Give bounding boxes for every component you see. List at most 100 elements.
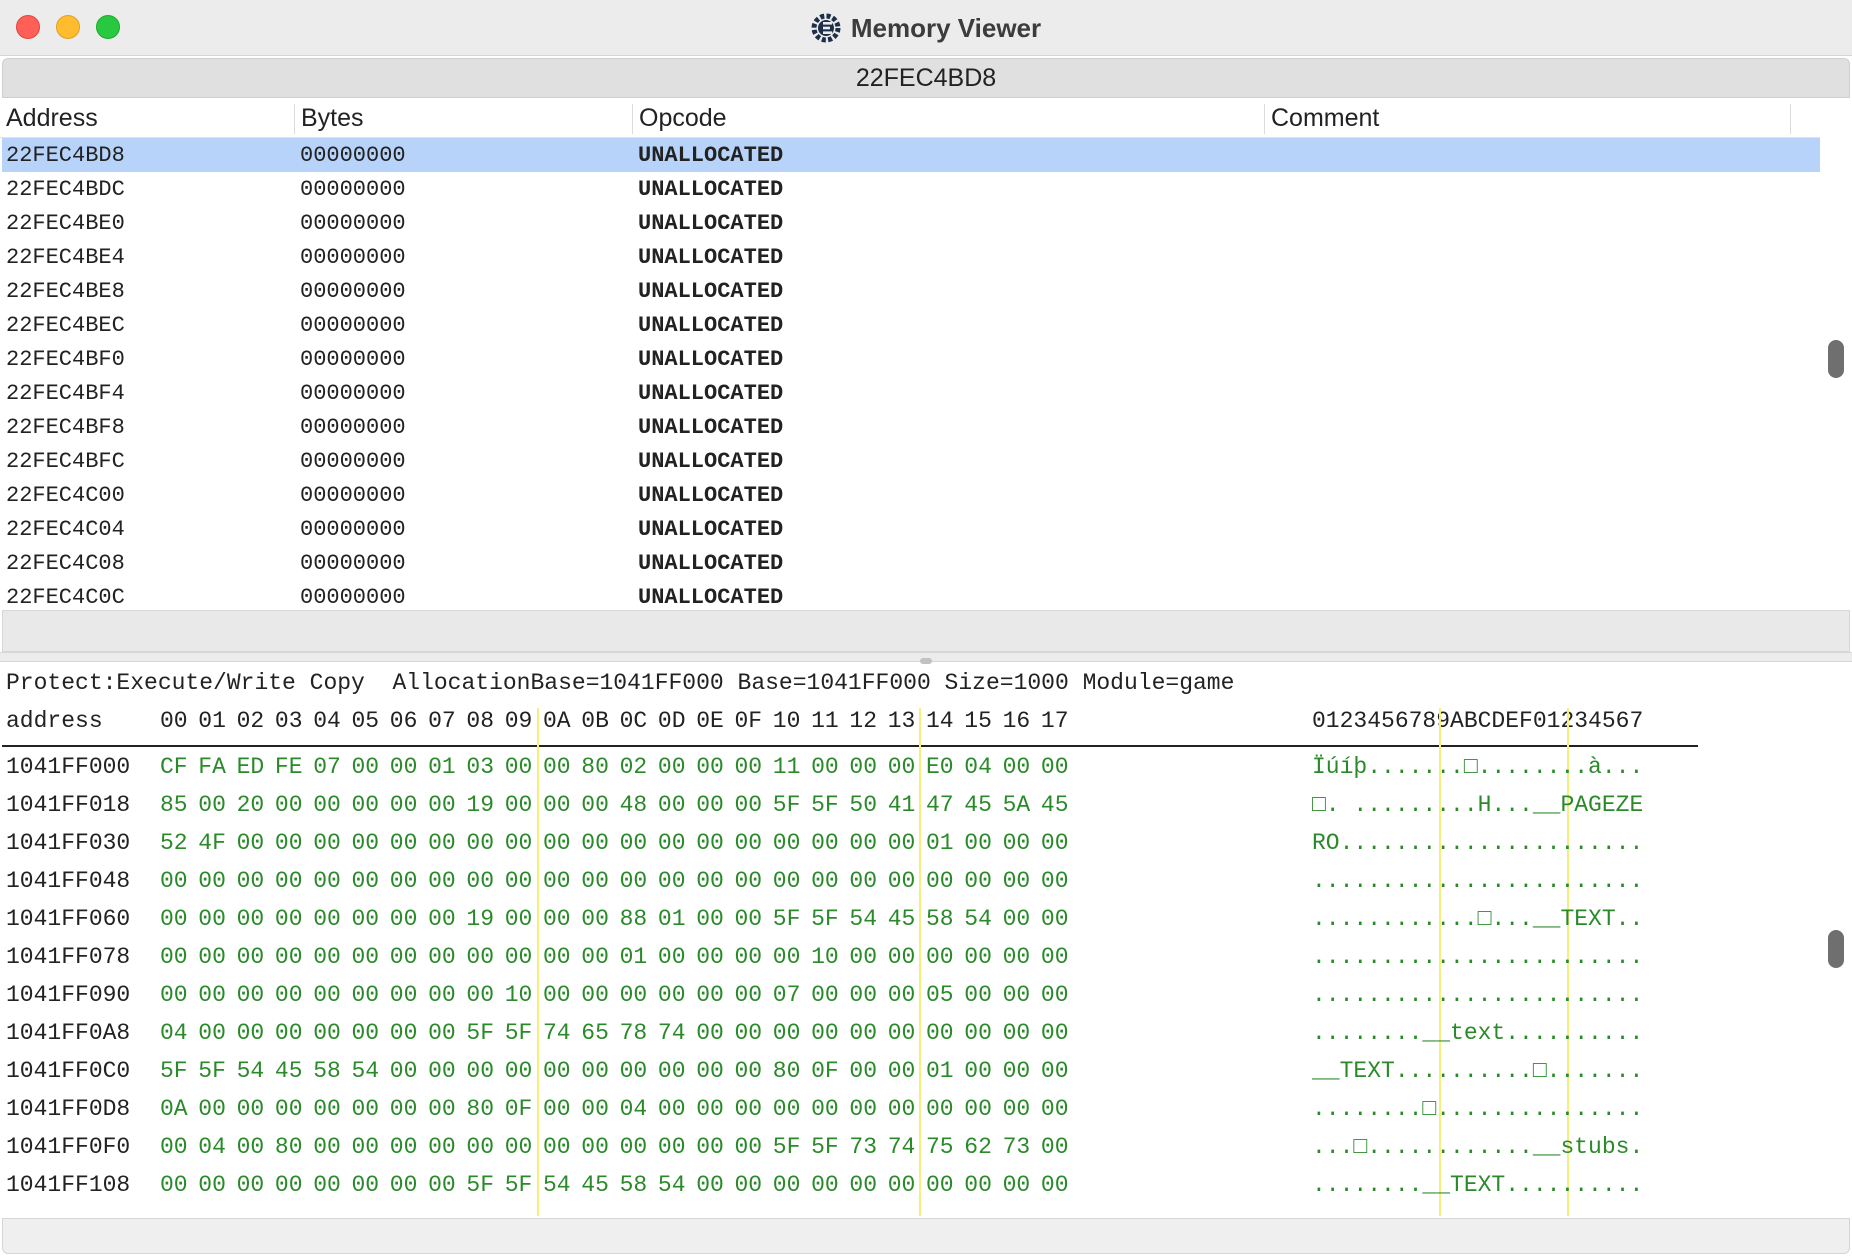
hex-byte[interactable]: 04: [160, 1020, 188, 1046]
hex-byte[interactable]: 20: [237, 792, 265, 818]
hex-byte[interactable]: 80: [773, 1058, 801, 1084]
hex-row-text[interactable]: __TEXT..........□.......: [1312, 1058, 1643, 1084]
hex-byte[interactable]: 00: [160, 982, 188, 1008]
hex-byte[interactable]: 00: [773, 830, 801, 856]
hex-byte[interactable]: 00: [275, 982, 303, 1008]
hex-byte[interactable]: 00: [773, 1096, 801, 1122]
hex-byte[interactable]: 00: [428, 1134, 456, 1160]
hex-byte[interactable]: 54: [849, 906, 877, 932]
hex-byte[interactable]: 00: [160, 868, 188, 894]
hex-byte[interactable]: 00: [505, 830, 533, 856]
hex-byte[interactable]: 04: [198, 1134, 226, 1160]
hex-byte[interactable]: 00: [275, 830, 303, 856]
hex-byte[interactable]: 00: [1003, 1096, 1031, 1122]
hex-byte[interactable]: 01: [926, 830, 954, 856]
hex-byte[interactable]: 00: [313, 868, 341, 894]
disassembler-row[interactable]: 22FEC4BE4 00000000 UNALLOCATED: [2, 240, 1820, 274]
hex-byte[interactable]: 00: [849, 868, 877, 894]
hex-byte[interactable]: 5F: [773, 906, 801, 932]
hex-byte[interactable]: 00: [1003, 830, 1031, 856]
hex-byte[interactable]: 00: [237, 1134, 265, 1160]
hex-byte[interactable]: 00: [964, 830, 992, 856]
hex-byte[interactable]: 00: [849, 944, 877, 970]
hex-byte[interactable]: 00: [543, 1058, 571, 1084]
hex-byte[interactable]: 00: [581, 830, 609, 856]
hex-byte[interactable]: 00: [352, 906, 380, 932]
hex-byte[interactable]: 00: [505, 754, 533, 780]
hex-row[interactable]: 1041FF0F0 00 04 00 80 00 00 00 00 00 00 00 00 00 00 00 0…: [0, 1134, 1800, 1172]
hex-byte[interactable]: 00: [735, 1058, 763, 1084]
hex-view[interactable]: Protect:Execute/Write Copy AllocationBas…: [0, 664, 1822, 1216]
hex-byte[interactable]: 00: [773, 944, 801, 970]
hex-byte[interactable]: 00: [428, 830, 456, 856]
hex-byte[interactable]: 00: [658, 944, 686, 970]
hex-byte[interactable]: 00: [275, 1172, 303, 1198]
hex-row[interactable]: 1041FF108 00 00 00 00 00 00 00 00 5F 5F 54 45 58 54 00 0…: [0, 1172, 1800, 1210]
hex-byte[interactable]: 00: [849, 1020, 877, 1046]
hex-byte[interactable]: 00: [198, 944, 226, 970]
hex-byte[interactable]: 00: [696, 906, 724, 932]
hex-byte[interactable]: 00: [543, 1096, 571, 1122]
hex-byte[interactable]: 5F: [198, 1058, 226, 1084]
hex-byte[interactable]: 01: [926, 1058, 954, 1084]
hex-byte[interactable]: 5F: [466, 1172, 494, 1198]
hex-byte[interactable]: 00: [428, 1096, 456, 1122]
hex-byte[interactable]: 00: [390, 1172, 418, 1198]
hex-byte[interactable]: 00: [888, 982, 916, 1008]
disassembler-row[interactable]: 22FEC4BEC 00000000 UNALLOCATED: [2, 308, 1820, 342]
hex-byte[interactable]: 00: [964, 868, 992, 894]
hex-byte[interactable]: 41: [888, 792, 916, 818]
hex-row-text[interactable]: ........................: [1312, 982, 1643, 1008]
hex-byte[interactable]: 62: [964, 1134, 992, 1160]
hex-byte[interactable]: 00: [735, 906, 763, 932]
hex-byte[interactable]: ED: [237, 754, 265, 780]
hex-row[interactable]: 1041FF060 00 00 00 00 00 00 00 00 19 00 00 00 88 01 00 0…: [0, 906, 1800, 944]
hex-row[interactable]: 1041FF090 00 00 00 00 00 00 00 00 00 10 00 00 00 00 00 0…: [0, 982, 1800, 1020]
hex-byte[interactable]: 45: [275, 1058, 303, 1084]
hex-byte[interactable]: 74: [543, 1020, 571, 1046]
hex-byte[interactable]: 00: [160, 944, 188, 970]
column-header-bytes[interactable]: Bytes: [294, 104, 364, 134]
hex-row-text[interactable]: RO......................: [1312, 830, 1643, 856]
hex-byte[interactable]: 00: [352, 830, 380, 856]
disassembler-row[interactable]: 22FEC4BF4 00000000 UNALLOCATED: [2, 376, 1820, 410]
hex-byte[interactable]: 00: [849, 1096, 877, 1122]
hex-byte[interactable]: 00: [313, 792, 341, 818]
hex-byte[interactable]: 45: [581, 1172, 609, 1198]
hex-byte[interactable]: 74: [888, 1134, 916, 1160]
hex-byte[interactable]: 00: [581, 1058, 609, 1084]
hex-byte[interactable]: 00: [466, 830, 494, 856]
hex-byte[interactable]: 50: [849, 792, 877, 818]
hex-byte[interactable]: FE: [275, 754, 303, 780]
hex-row[interactable]: 1041FF078 00 00 00 00 00 00 00 00 00 00 00 00 01 00 00 0…: [0, 944, 1800, 982]
hex-byte[interactable]: 00: [1041, 1172, 1069, 1198]
hex-byte[interactable]: 00: [888, 754, 916, 780]
hex-byte[interactable]: 5F: [505, 1020, 533, 1046]
hex-row-text[interactable]: ........__TEXT..........: [1312, 1172, 1643, 1198]
hex-byte[interactable]: 01: [428, 754, 456, 780]
hex-byte[interactable]: 00: [237, 906, 265, 932]
hex-byte[interactable]: 00: [773, 1020, 801, 1046]
hex-byte[interactable]: 00: [390, 1058, 418, 1084]
hex-byte[interactable]: 00: [275, 1096, 303, 1122]
hex-byte[interactable]: 0F: [811, 1058, 839, 1084]
hex-byte[interactable]: 54: [658, 1172, 686, 1198]
hex-byte[interactable]: 00: [428, 1172, 456, 1198]
hex-byte[interactable]: 00: [352, 868, 380, 894]
hex-byte[interactable]: 00: [390, 868, 418, 894]
hex-byte[interactable]: 00: [811, 1172, 839, 1198]
hex-byte[interactable]: 45: [1041, 792, 1069, 818]
hex-byte[interactable]: 00: [352, 792, 380, 818]
hex-byte[interactable]: 00: [658, 868, 686, 894]
hex-byte[interactable]: 00: [1003, 1172, 1031, 1198]
hex-byte[interactable]: 00: [888, 1096, 916, 1122]
hex-byte[interactable]: 54: [352, 1058, 380, 1084]
hex-byte[interactable]: 00: [237, 830, 265, 856]
hex-byte[interactable]: 00: [620, 868, 648, 894]
hex-byte[interactable]: 00: [505, 868, 533, 894]
hex-byte[interactable]: 00: [735, 792, 763, 818]
hex-byte[interactable]: 00: [237, 868, 265, 894]
hex-byte[interactable]: 00: [964, 1020, 992, 1046]
hex-byte[interactable]: 00: [275, 944, 303, 970]
hex-byte[interactable]: 00: [735, 1172, 763, 1198]
